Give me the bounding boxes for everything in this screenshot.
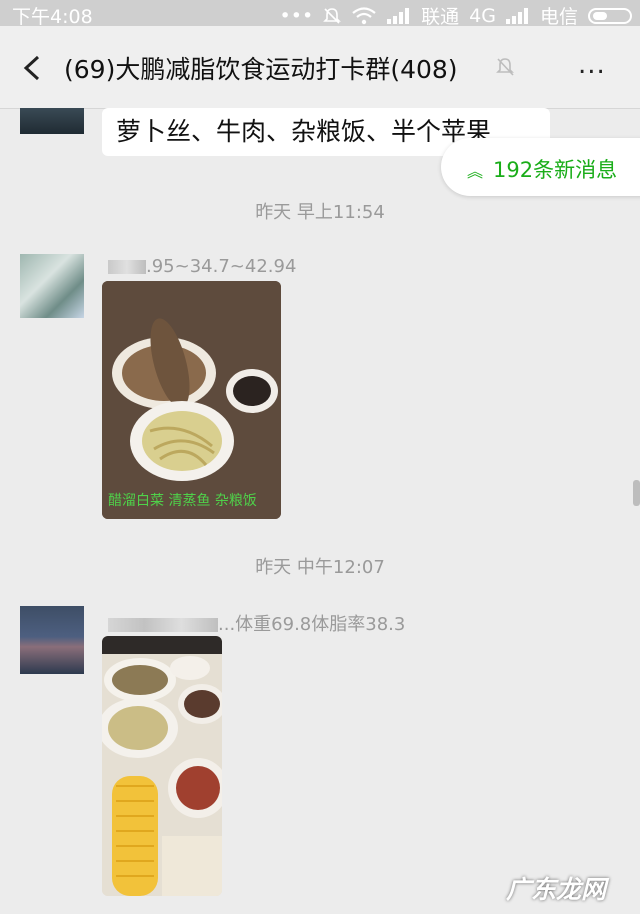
carrier-1: 联通 (421, 6, 460, 28)
notifications-off-icon (323, 7, 342, 24)
chat-title: (69)大鹏减脂饮食运动打卡群(408) (64, 55, 458, 84)
watermark: 广东龙网 (506, 875, 607, 904)
status-time: 下午4:08 (12, 6, 93, 28)
meal-photo-image (102, 281, 281, 519)
meal-photo-image (102, 636, 222, 896)
sender-name: ...体重69.8体脂率38.3 (108, 610, 405, 636)
photo-caption: 醋溜白菜 清蒸鱼 杂粮饭 (108, 493, 257, 509)
double-chevron-up-icon: ︽ (467, 162, 484, 181)
meal-photo[interactable]: 醋溜白菜 清蒸鱼 杂粮饭 (102, 281, 281, 519)
timestamp: 昨天 早上11:54 (255, 202, 385, 223)
carrier-2: 电信 (539, 6, 578, 28)
more-dots-icon: ••• (279, 4, 314, 27)
back-arrow-icon[interactable] (20, 54, 46, 82)
pixelated-name (108, 618, 218, 632)
scrollbar-thumb[interactable] (633, 480, 640, 506)
avatar[interactable] (20, 108, 84, 134)
avatar[interactable] (20, 606, 84, 674)
chat-header: (69)大鹏减脂饮食运动打卡群(408) ... (0, 26, 640, 109)
signal-icon-2 (505, 7, 530, 24)
status-bar: 下午4:08 ••• 联通 4G 电信 (0, 0, 640, 29)
meal-photo[interactable] (102, 636, 222, 896)
new-messages-label: 192条新消息 (493, 158, 618, 182)
sender-note: .95~34.7~42.94 (146, 256, 297, 277)
sender-note: ...体重69.8体脂率38.3 (218, 614, 406, 635)
new-messages-button[interactable]: ︽ 192条新消息 (441, 138, 640, 196)
status-icons: ••• 联通 4G 电信 (280, 2, 632, 29)
signal-icon (387, 7, 411, 24)
sender-name: .95~34.7~42.94 (108, 256, 296, 277)
network-type: 4G (469, 4, 496, 27)
timestamp: 昨天 中午12:07 (255, 557, 385, 578)
battery-icon (588, 7, 632, 24)
pixelated-name (108, 260, 146, 274)
muted-bell-icon (496, 58, 514, 76)
wifi-icon (352, 6, 376, 24)
avatar[interactable] (20, 254, 84, 318)
more-options-button[interactable]: ... (578, 52, 606, 78)
